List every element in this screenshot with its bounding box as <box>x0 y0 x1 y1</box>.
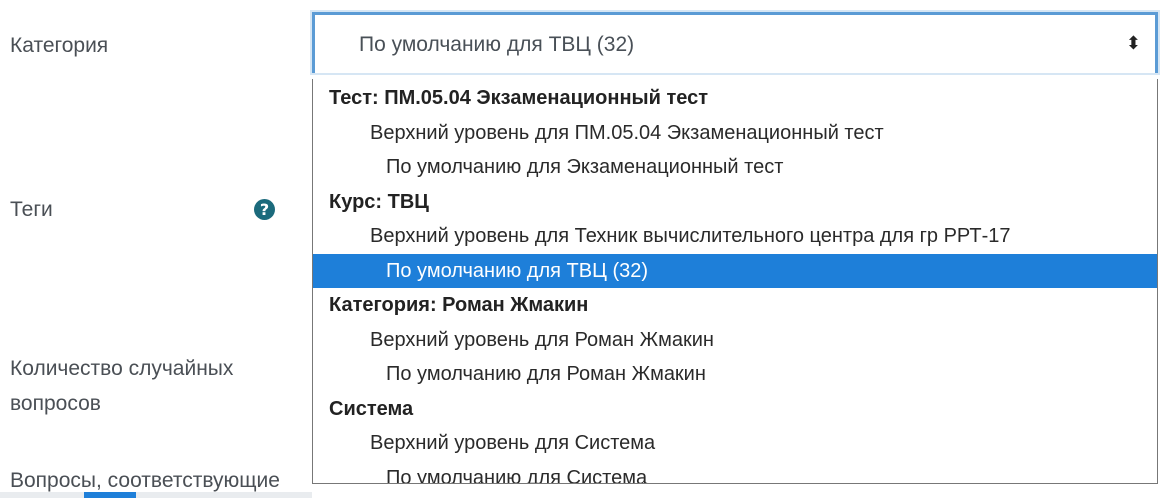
dropdown-option[interactable]: Курс: ТВЦ <box>313 185 1157 220</box>
dropdown-option[interactable]: Верхний уровень для Техник вычислительно… <box>313 219 1157 254</box>
dropdown-option[interactable]: Категория: Роман Жмакин <box>313 288 1157 323</box>
dropdown-option[interactable]: Верхний уровень для ПМ.05.04 Экзаменацио… <box>313 116 1157 151</box>
dropdown-option-selected[interactable]: По умолчанию для ТВЦ (32) <box>313 253 1157 288</box>
dropdown-option[interactable]: Верхний уровень для Система <box>313 426 1157 461</box>
category-dropdown-list: Тест: ПМ.05.04 Экзаменационный тест Верх… <box>312 79 1158 484</box>
tags-label: Теги <box>10 198 53 221</box>
category-label: Категория <box>10 34 109 57</box>
partial-active-tab[interactable] <box>84 492 136 498</box>
partial-toolbar-strip <box>0 492 312 498</box>
select-arrows-icon: ⬍ <box>1125 33 1141 53</box>
dropdown-option[interactable]: По умолчанию для Роман Жмакин <box>313 357 1157 392</box>
random-questions-label-line2: вопросов <box>10 392 101 415</box>
dropdown-option[interactable]: По умолчанию для Система <box>313 461 1157 484</box>
dropdown-option[interactable]: Тест: ПМ.05.04 Экзаменационный тест <box>313 81 1157 116</box>
dropdown-option[interactable]: Система <box>313 392 1157 427</box>
category-select[interactable]: По умолчанию для ТВЦ (32) ⬍ <box>312 12 1158 73</box>
dropdown-option[interactable]: Верхний уровень для Роман Жмакин <box>313 323 1157 358</box>
help-icon[interactable]: ? <box>254 199 275 220</box>
dropdown-option[interactable]: По умолчанию для Экзаменационный тест <box>313 150 1157 185</box>
random-questions-label: Количество случайных <box>10 357 234 380</box>
category-select-value: По умолчанию для ТВЦ (32) <box>359 33 635 56</box>
